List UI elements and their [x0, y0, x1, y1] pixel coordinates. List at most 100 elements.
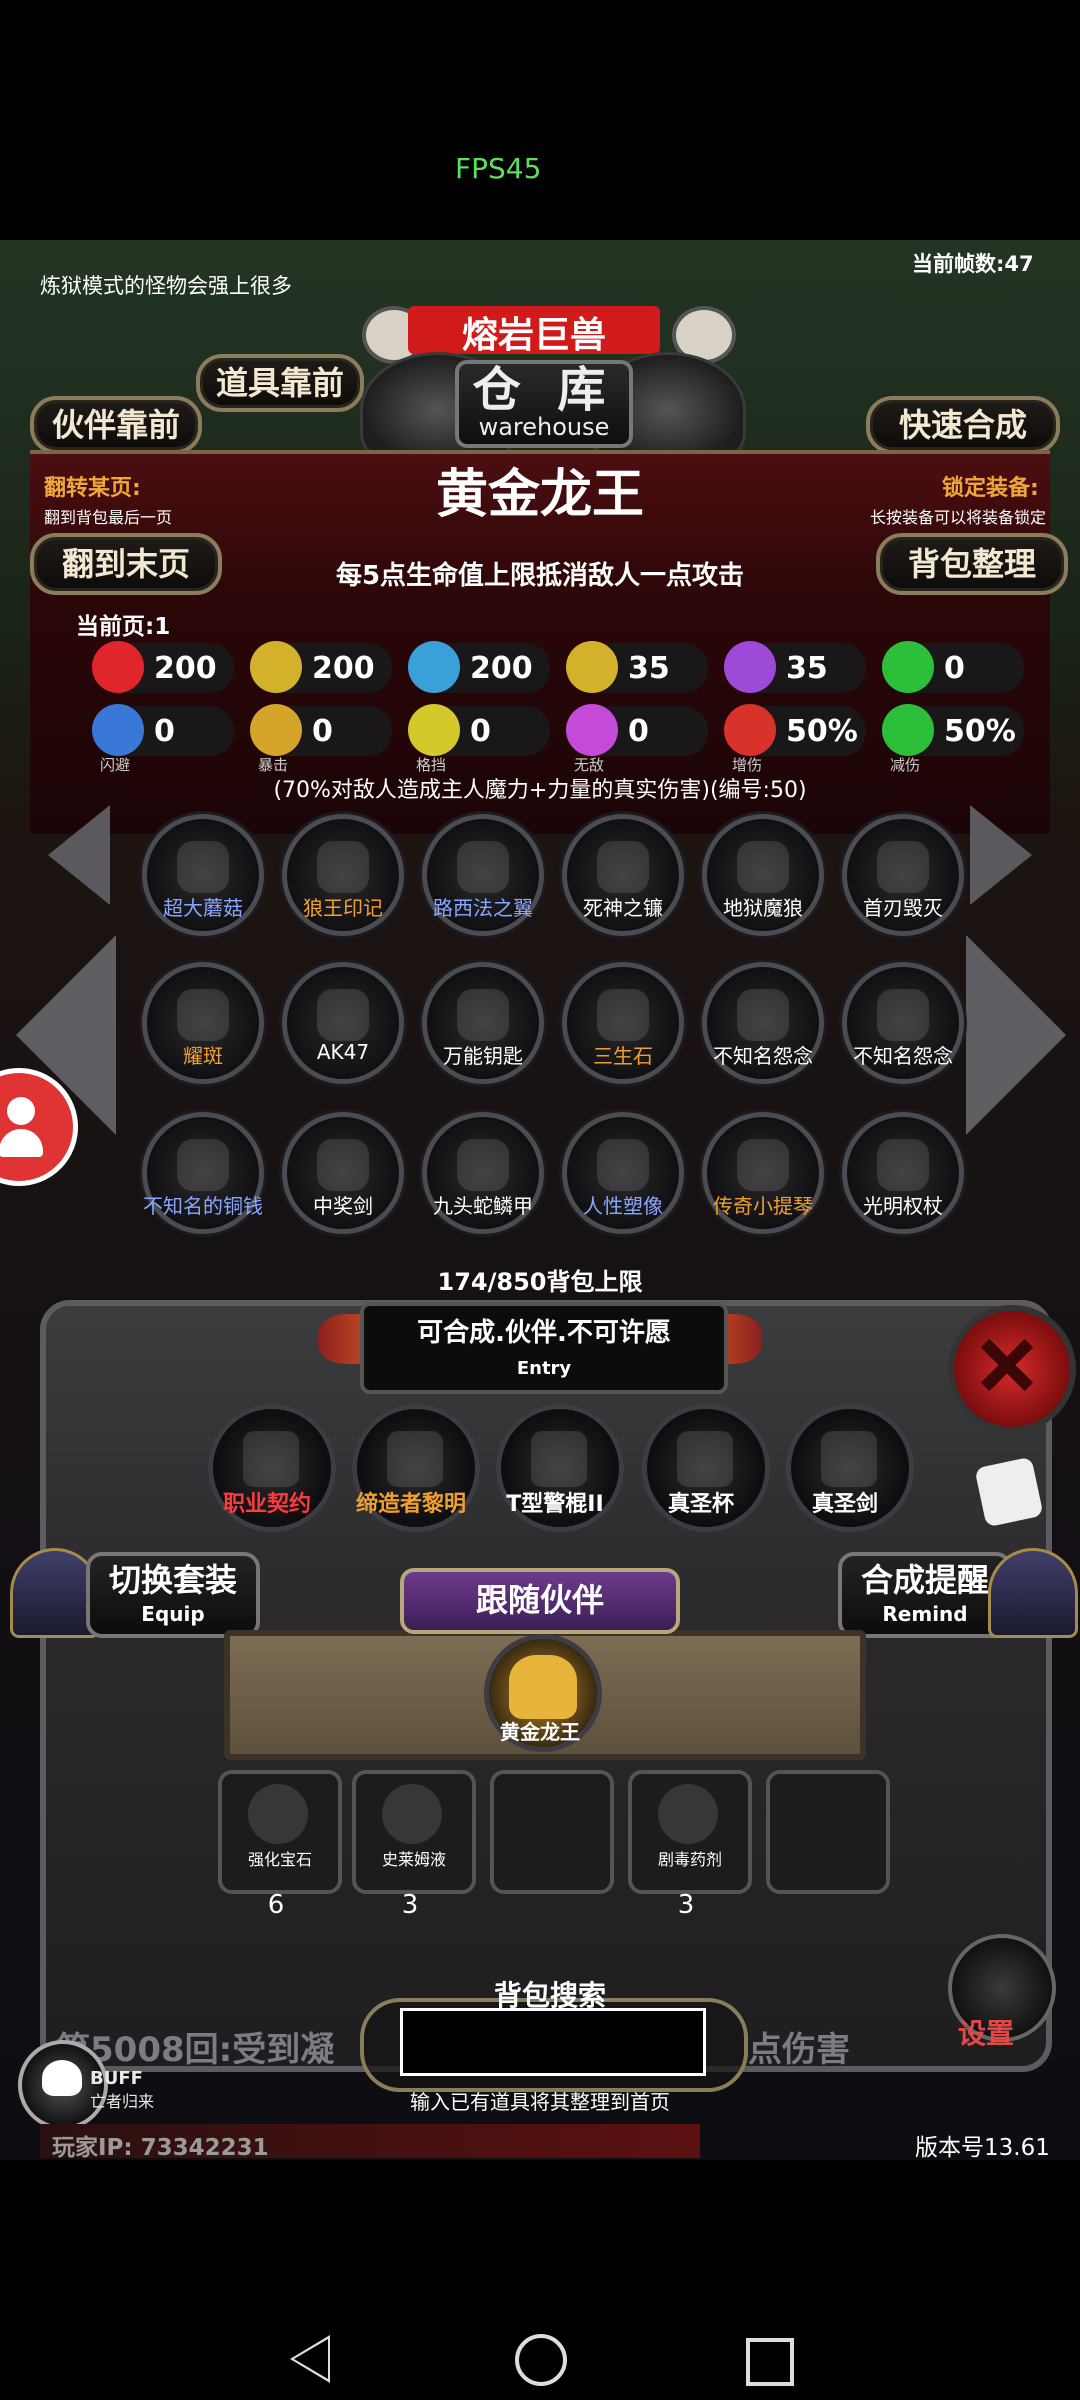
poison-icon: [658, 1784, 718, 1844]
prev-page-arrow-icon[interactable]: [48, 805, 110, 905]
consumable-name: 强化宝石: [247, 1850, 312, 1869]
consumable-count: 3: [677, 1890, 695, 1920]
equipped-name: 真圣杯: [667, 1492, 734, 1517]
item-name: 路西法之翼: [433, 896, 533, 920]
stat-value: 35: [786, 651, 828, 686]
potion-icon: [382, 1784, 442, 1844]
item-front-button[interactable]: 道具靠前: [196, 354, 364, 412]
strength-icon: [250, 641, 302, 693]
rifle-icon: [317, 989, 369, 1041]
equipped-name: 真圣剑: [811, 1492, 878, 1517]
user-icon: [7, 1097, 35, 1125]
equipped-name: 缔造者黎明: [355, 1492, 466, 1517]
buff-sub: 亡者归来: [90, 2092, 155, 2111]
settings-label[interactable]: 设置: [958, 2012, 1014, 2052]
luck-icon: [882, 641, 934, 693]
sword-icon: [317, 1139, 369, 1191]
stat-value: 0: [944, 651, 965, 686]
switch-equip-sub: Equip: [141, 1602, 205, 1626]
consumable-slot[interactable]: 史莱姆液: [352, 1770, 476, 1894]
stat-value: 0: [154, 714, 175, 749]
baton-icon: [531, 1431, 587, 1487]
synth-remind-title: 合成提醒: [860, 1561, 989, 1599]
equipped-name: 职业契约: [222, 1492, 311, 1517]
last-page-button[interactable]: 翻到末页: [30, 533, 222, 595]
hydra-armor-icon: [457, 1139, 509, 1191]
frame-counter: 当前帧数:47: [912, 252, 1034, 276]
warehouse-title-en: warehouse: [478, 413, 610, 441]
quick-synth-button[interactable]: 快速合成: [866, 396, 1060, 454]
close-button[interactable]: [948, 1305, 1076, 1433]
item-name: AK47: [316, 1040, 370, 1064]
item-name: 不知名怨念: [853, 1044, 953, 1068]
status-bar: [0, 0, 1080, 240]
ghost-icon: [877, 989, 929, 1041]
ghost-icon: [737, 989, 789, 1041]
entry-banner: 可合成.伙伴.不可许愿 Entry: [360, 1302, 728, 1394]
key-icon: [457, 989, 509, 1041]
item-name: 耀斑: [183, 1044, 223, 1068]
dmg-down-icon: [882, 704, 934, 756]
blade-icon: [877, 841, 929, 893]
consumable-name: 剧毒药剂: [657, 1850, 722, 1869]
stat-value: 200: [312, 651, 375, 686]
item-name: 地狱魔狼: [723, 896, 803, 920]
switch-equip-button[interactable]: 切换套装 Equip: [86, 1552, 260, 1638]
synth-remind-button[interactable]: 合成提醒 Remind: [838, 1552, 1012, 1638]
item-name: 超大蘑菇: [163, 896, 243, 920]
scepter-icon: [877, 1139, 929, 1191]
skull-icon: [42, 2060, 82, 2096]
switch-equip-title: 切换套装: [108, 1561, 237, 1599]
coin-icon: [177, 1139, 229, 1191]
block-icon: [408, 704, 460, 756]
synth-remind-sub: Remind: [882, 1602, 968, 1626]
stat-value: 0: [628, 714, 649, 749]
consumable-count: 6: [267, 1890, 285, 1920]
bag-capacity: 174/850背包上限: [437, 1268, 643, 1296]
crit-icon: [250, 704, 302, 756]
magic-icon: [724, 641, 776, 693]
home-nav-icon[interactable]: [515, 2334, 567, 2386]
warehouse-title: 仓 库 warehouse: [455, 360, 633, 448]
stat-value: 0: [470, 714, 491, 749]
buff-label: BUFF: [90, 2068, 143, 2089]
search-input[interactable]: [400, 2008, 706, 2076]
entry-title: 可合成.伙伴.不可许愿: [417, 1318, 671, 1348]
next-page-arrow-icon[interactable]: [970, 805, 1032, 905]
stat-value: 200: [470, 651, 533, 686]
item-name: 人性塑像: [583, 1194, 663, 1218]
bag-sort-button[interactable]: 背包整理: [876, 533, 1068, 595]
player-ip: 玩家IP: 73342231: [52, 2135, 269, 2161]
dice-icon[interactable]: [974, 1456, 1044, 1528]
follow-partner-tag: 跟随伙伴: [400, 1568, 680, 1634]
consumable-slot[interactable]: [490, 1770, 614, 1894]
recents-nav-icon[interactable]: [746, 2338, 794, 2386]
helmet-remind-icon: [988, 1548, 1078, 1638]
wing-icon: [457, 841, 509, 893]
contract-icon: [243, 1431, 299, 1487]
selected-item-effect: (70%对敌人造成主人魔力+力量的真实伤害)(编号:50): [273, 778, 807, 803]
fps-label: FPS45: [455, 152, 542, 185]
combat-log-right: 点伤害: [748, 2030, 850, 2070]
item-name: 三生石: [593, 1044, 653, 1068]
consumable-slot[interactable]: [766, 1770, 890, 1894]
flare-icon: [177, 989, 229, 1041]
item-name: 狼王印记: [303, 896, 383, 920]
current-page-label: 当前页:1: [76, 614, 171, 640]
item-name: 万能钥匙: [443, 1044, 523, 1068]
gem-icon: [248, 1784, 308, 1844]
consumable-slot[interactable]: 强化宝石: [218, 1770, 342, 1894]
dmg-up-icon: [724, 704, 776, 756]
search-hint: 输入已有道具将其整理到首页: [410, 2090, 670, 2114]
creator-dawn-icon: [387, 1431, 443, 1487]
next-bag-arrow-icon[interactable]: [966, 935, 1066, 1135]
golden-dragon-icon: [509, 1655, 577, 1719]
item-slot[interactable]: [282, 962, 404, 1084]
wolf-mark-icon: [317, 841, 369, 893]
consumable-count: 3: [401, 1890, 419, 1920]
partner-front-button[interactable]: 伙伴靠前: [30, 396, 202, 454]
entry-sub: Entry: [516, 1358, 572, 1379]
mode-notice: 炼狱模式的怪物会强上很多: [40, 274, 292, 298]
item-name: 光明权杖: [863, 1194, 943, 1218]
consumable-slot[interactable]: 剧毒药剂: [628, 1770, 752, 1894]
